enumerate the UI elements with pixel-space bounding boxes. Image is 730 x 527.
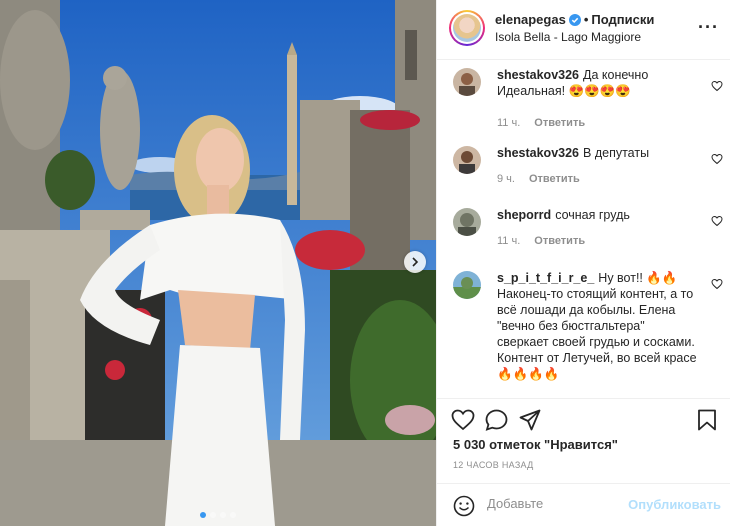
comment-content: сочная грудь bbox=[555, 208, 630, 222]
share-icon[interactable] bbox=[519, 409, 541, 431]
comment-username[interactable]: sheporrd bbox=[497, 208, 551, 222]
reply-button[interactable]: Ответить bbox=[534, 117, 585, 129]
comment-like-icon[interactable] bbox=[711, 278, 723, 290]
comment-like-icon[interactable] bbox=[711, 215, 723, 227]
comment-time: 11 ч. bbox=[497, 235, 521, 247]
comment-meta: 9 ч. Ответить bbox=[497, 173, 580, 185]
post-photo[interactable] bbox=[0, 0, 436, 526]
comment-text: shestakov326 В депутаты bbox=[497, 145, 697, 161]
following-button[interactable]: Подписки bbox=[591, 12, 654, 27]
comment-avatar[interactable] bbox=[453, 146, 481, 174]
comment-avatar[interactable] bbox=[453, 271, 481, 299]
carousel-dot bbox=[210, 512, 216, 518]
carousel-dot bbox=[200, 512, 206, 518]
comment-username[interactable]: shestakov326 bbox=[497, 68, 579, 82]
comment-icon[interactable] bbox=[485, 409, 508, 431]
carousel-dot bbox=[230, 512, 236, 518]
comment-meta: 11 ч. Ответить bbox=[497, 235, 585, 247]
comment-content: В депутаты bbox=[583, 146, 650, 160]
bookmark-icon[interactable] bbox=[697, 409, 717, 431]
comment-meta: 11 ч. Ответить bbox=[497, 117, 585, 129]
comment-like-icon[interactable] bbox=[711, 80, 723, 92]
comment-username[interactable]: shestakov326 bbox=[497, 146, 579, 160]
carousel-indicator bbox=[0, 512, 436, 518]
username-link[interactable]: elenapegas bbox=[495, 12, 566, 27]
location-link[interactable]: Isola Bella - Lago Maggiore bbox=[495, 30, 641, 44]
avatar[interactable] bbox=[449, 10, 485, 46]
carousel-dot bbox=[220, 512, 226, 518]
likes-count[interactable]: 5 030 отметок "Нравится" bbox=[453, 437, 618, 452]
comment-avatar[interactable] bbox=[453, 208, 481, 236]
comment-username[interactable]: s_p_i_t_f_i_r_e_ bbox=[497, 271, 594, 285]
comment-text: shestakov326 Да конечно Идеальная! 😍😍😍😍 bbox=[497, 67, 697, 99]
emoji-icon[interactable] bbox=[453, 495, 475, 517]
reply-button[interactable]: Ответить bbox=[534, 235, 585, 247]
reply-button[interactable]: Ответить bbox=[529, 173, 580, 185]
comment-avatar[interactable] bbox=[453, 68, 481, 96]
next-photo-button[interactable] bbox=[404, 251, 426, 273]
comment-text: sheporrd сочная грудь bbox=[497, 207, 697, 223]
post-timestamp[interactable]: 12 ЧАСОВ НАЗАД bbox=[453, 460, 534, 470]
comment-time: 9 ч. bbox=[497, 173, 515, 185]
photo-illustration bbox=[0, 0, 436, 526]
header-separator: • bbox=[583, 12, 589, 27]
post-header: elenapegas • Подписки Isola Bella - Lago M… bbox=[437, 0, 730, 60]
instagram-post: elenapegas • Подписки Isola Bella - Lago M… bbox=[0, 0, 730, 526]
like-icon[interactable] bbox=[451, 409, 475, 431]
header-user-line: elenapegas • Подписки bbox=[495, 12, 654, 27]
add-comment-bar: Опубликовать bbox=[437, 483, 730, 527]
chevron-right-icon bbox=[412, 257, 419, 267]
comments-list[interactable]: shestakov326 Да конечно Идеальная! 😍😍😍😍 1… bbox=[437, 60, 730, 398]
verified-badge-icon bbox=[568, 14, 581, 26]
post-sidebar: elenapegas • Подписки Isola Bella - Lago M… bbox=[436, 0, 730, 526]
publish-button[interactable]: Опубликовать bbox=[628, 497, 721, 512]
comment-like-icon[interactable] bbox=[711, 153, 723, 165]
post-actions: 5 030 отметок "Нравится" 12 ЧАСОВ НАЗАД … bbox=[437, 398, 730, 526]
more-options-icon[interactable]: ··· bbox=[698, 18, 719, 36]
comment-time: 11 ч. bbox=[497, 117, 521, 129]
comment-input[interactable] bbox=[487, 496, 637, 511]
comment-text: s_p_i_t_f_i_r_e_ Ну вот!! 🔥🔥 Наконец-то с… bbox=[497, 270, 699, 382]
comment-content: Ну вот!! 🔥🔥 Наконец-то стоящий контент, … bbox=[497, 271, 697, 381]
